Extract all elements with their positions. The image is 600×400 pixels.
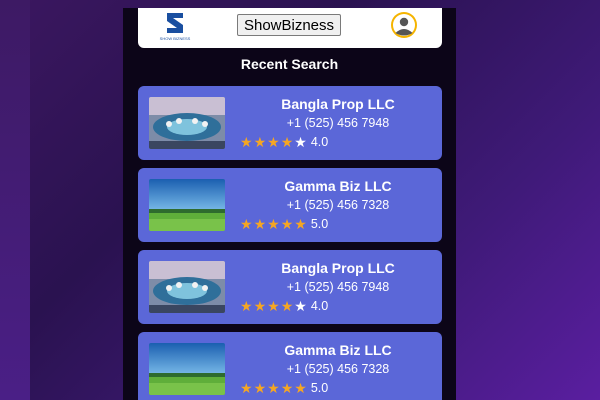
star-filled-icon: ★ <box>280 380 294 396</box>
business-phone[interactable]: +1 (525) 456 7948 <box>248 116 428 130</box>
lounge-image <box>149 97 225 149</box>
rating-value: 5.0 <box>310 217 329 231</box>
star-filled-icon: ★ <box>253 298 267 314</box>
business-phone[interactable]: +1 (525) 456 7948 <box>248 280 428 294</box>
business-card[interactable]: Gamma Biz LLC +1 (525) 456 7328 ★ ★ ★ ★ … <box>138 168 442 242</box>
star-filled-icon: ★ <box>280 134 294 150</box>
star-empty-icon: ★ <box>294 298 307 314</box>
star-filled-icon: ★ <box>253 380 267 396</box>
business-name: Bangla Prop LLC <box>281 260 395 276</box>
star-filled-icon: ★ <box>240 134 253 150</box>
star-filled-icon: ★ <box>280 298 294 314</box>
field-image <box>149 179 225 231</box>
lounge-image <box>149 261 225 313</box>
rating-stars: ★ ★ ★ ★ ★ 5.0 <box>240 380 328 396</box>
business-card[interactable]: Bangla Prop LLC +1 (525) 456 7948 ★ ★ ★ … <box>138 250 442 324</box>
star-filled-icon: ★ <box>253 134 267 150</box>
showbizness-logo-icon <box>167 13 183 33</box>
business-name: Gamma Biz LLC <box>284 342 392 358</box>
star-filled-icon: ★ <box>280 216 294 232</box>
star-filled-icon: ★ <box>240 380 253 396</box>
star-filled-icon: ★ <box>267 380 280 396</box>
app-header: SHOW BIZNESS ShowBizness <box>138 8 442 48</box>
field-image <box>149 343 225 395</box>
brand-name-button[interactable]: ShowBizness <box>237 14 341 36</box>
rating-value: 4.0 <box>310 135 329 149</box>
star-filled-icon: ★ <box>294 216 307 232</box>
user-avatar-icon[interactable] <box>390 11 418 39</box>
business-card[interactable]: Bangla Prop LLC +1 (525) 456 7948 ★ ★ ★ … <box>138 86 442 160</box>
business-phone[interactable]: +1 (525) 456 7328 <box>248 198 428 212</box>
logo-text: SHOW BIZNESS <box>159 36 191 41</box>
page-background <box>0 0 30 400</box>
star-empty-icon: ★ <box>294 134 307 150</box>
star-filled-icon: ★ <box>267 216 280 232</box>
star-filled-icon: ★ <box>294 380 307 396</box>
rating-value: 5.0 <box>310 381 329 395</box>
business-phone[interactable]: +1 (525) 456 7328 <box>248 362 428 376</box>
rating-stars: ★ ★ ★ ★ ★ 4.0 <box>240 298 328 314</box>
star-filled-icon: ★ <box>253 216 267 232</box>
rating-stars: ★ ★ ★ ★ ★ 4.0 <box>240 134 328 150</box>
app-viewport: SHOW BIZNESS ShowBizness Recent Search B… <box>123 8 456 400</box>
business-name: Bangla Prop LLC <box>281 96 395 112</box>
section-title: Recent Search <box>240 56 339 72</box>
rating-value: 4.0 <box>310 299 329 313</box>
star-filled-icon: ★ <box>267 134 280 150</box>
star-filled-icon: ★ <box>240 298 253 314</box>
rating-stars: ★ ★ ★ ★ ★ 5.0 <box>240 216 328 232</box>
star-filled-icon: ★ <box>240 216 253 232</box>
business-name: Gamma Biz LLC <box>284 178 392 194</box>
star-filled-icon: ★ <box>267 298 280 314</box>
business-card[interactable]: Gamma Biz LLC +1 (525) 456 7328 ★ ★ ★ ★ … <box>138 332 442 400</box>
brand-logo[interactable]: SHOW BIZNESS <box>160 11 190 43</box>
